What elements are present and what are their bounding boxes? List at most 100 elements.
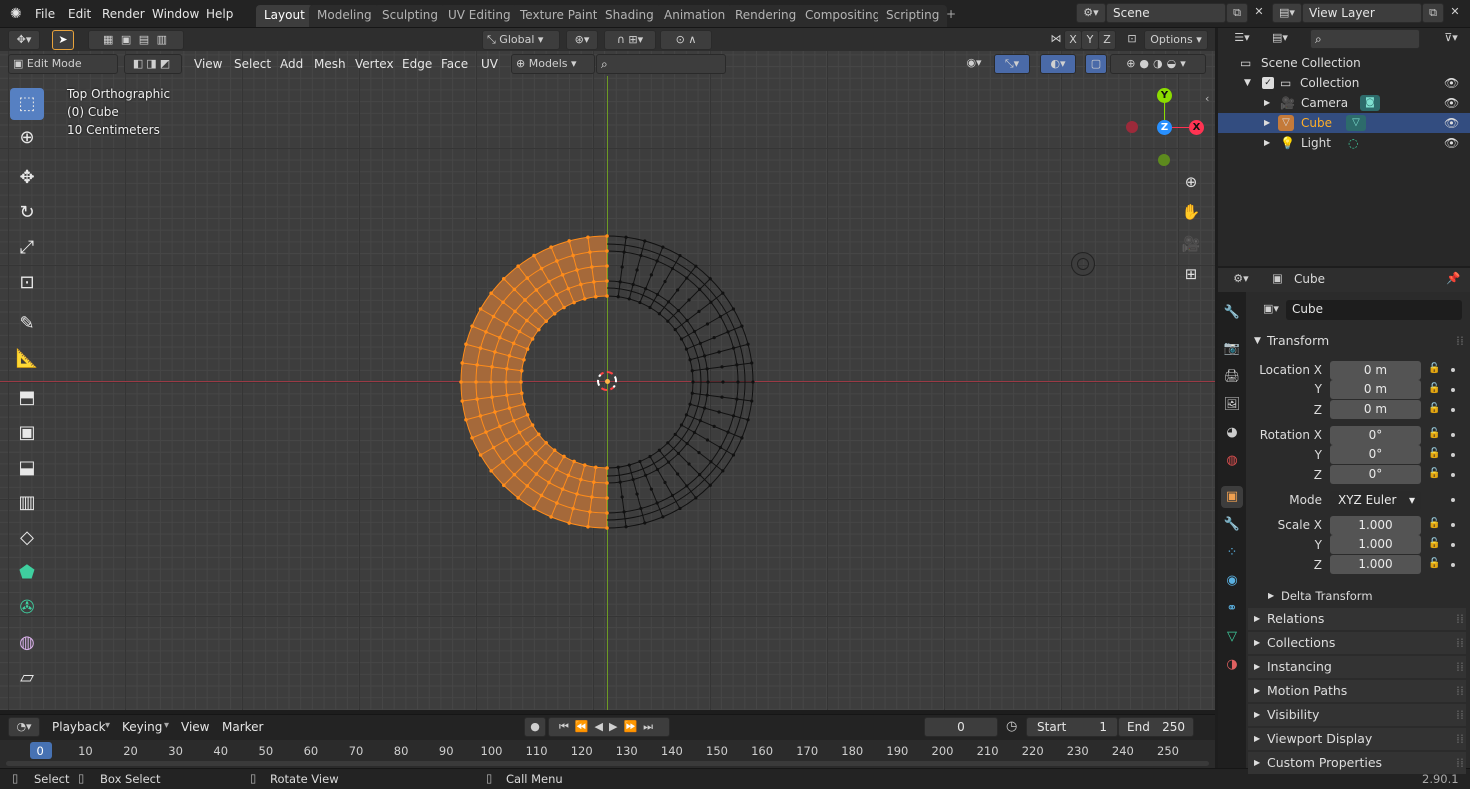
current-frame-field[interactable]: 0	[924, 717, 998, 737]
panel-collections[interactable]: ▶ Collections ⁞⁞	[1248, 632, 1466, 654]
mirror-z-button[interactable]: Z	[1098, 30, 1116, 50]
mirror-x-button[interactable]: X	[1064, 30, 1082, 50]
outliner-collection[interactable]: ▼ ✓ ▭ Collection 👁	[1218, 73, 1470, 93]
timeline-scrollbar[interactable]	[6, 761, 1209, 766]
lock-icon[interactable]: 🔓	[1428, 428, 1440, 439]
tab-shading[interactable]: Shading	[597, 5, 662, 27]
tab-texture-paint[interactable]: Texture Paint	[512, 5, 606, 27]
pin-icon[interactable]: 📌	[1446, 271, 1460, 285]
object-name-field[interactable]: Cube	[1286, 300, 1462, 320]
menu-window[interactable]: Window	[152, 5, 199, 23]
view-layer-tab-icon[interactable]: 🖼	[1221, 394, 1243, 416]
eye-icon[interactable]: 👁	[1444, 133, 1459, 153]
light-data-icon[interactable]: ◌	[1348, 133, 1358, 153]
transform-orientation-dropdown[interactable]: ⤡ Global ▾	[482, 30, 560, 50]
keyframe-dot-icon[interactable]	[1451, 543, 1455, 547]
mesh-data-icon[interactable]: ▽	[1346, 115, 1366, 131]
gizmo-neg-y-handle[interactable]	[1158, 154, 1170, 166]
loop-cut-tool-icon[interactable]: ▥	[10, 487, 44, 519]
tab-rendering[interactable]: Rendering	[727, 5, 805, 27]
scale-tool-icon[interactable]: ⤢	[10, 232, 44, 264]
edge-slide-tool-icon[interactable]: ▱	[10, 662, 44, 694]
panel-motion-paths[interactable]: ▶ Motion Paths ⁞⁞	[1248, 680, 1466, 702]
new-view-layer-icon[interactable]: ⧉	[1422, 3, 1444, 23]
annotate-tool-icon[interactable]: ✎	[10, 308, 44, 340]
new-scene-icon[interactable]: ⧉	[1226, 3, 1248, 23]
drag-handle-icon[interactable]: ⁞⁞	[1456, 656, 1464, 678]
delete-view-layer-icon[interactable]: ✕	[1444, 3, 1466, 23]
inset-tool-icon[interactable]: ▣	[10, 417, 44, 449]
drag-handle-icon[interactable]: ⁞⁞	[1456, 752, 1464, 774]
drag-handle-icon[interactable]: ⁞⁞	[1456, 680, 1464, 702]
keyframe-dot-icon[interactable]	[1451, 453, 1455, 457]
mode-dropdown[interactable]: ▣ Edit Mode	[8, 54, 118, 74]
material-tab-icon[interactable]: ◑	[1221, 654, 1243, 676]
lock-icon[interactable]: 🔓	[1428, 538, 1440, 549]
playback-controls-icons[interactable]: ⏮⏪◀▶⏩⏭	[548, 717, 670, 737]
expand-arrow-icon[interactable]: ▼	[1244, 73, 1251, 93]
eye-icon[interactable]: 👁	[1444, 93, 1459, 113]
editor-type-icon[interactable]: ✥▾	[8, 30, 40, 50]
scale-x-field[interactable]: 1.000	[1330, 516, 1421, 535]
keyframe-dot-icon[interactable]	[1451, 563, 1455, 567]
outliner-search-field[interactable]: ⌕	[1310, 29, 1420, 49]
tab-sculpting[interactable]: Sculpting	[374, 5, 447, 27]
object-tab-icon[interactable]: ▣	[1221, 486, 1243, 508]
proportional-edit-icon[interactable]: ⊙ ∧	[660, 30, 712, 50]
mirror-y-button[interactable]: Y	[1081, 30, 1099, 50]
transform-panel-header[interactable]: ▼ Transform ⁞⁞	[1248, 330, 1466, 352]
select-box-tool-icon[interactable]: ⬚	[10, 88, 44, 120]
outliner-item-cube[interactable]: ▶ ▽ Cube ▽ 👁	[1218, 113, 1470, 133]
menu-playback[interactable]: Playback	[48, 717, 110, 737]
expand-arrow-icon[interactable]: ▶	[1264, 93, 1270, 113]
pan-hand-icon[interactable]: ✋	[1178, 199, 1204, 225]
options-dropdown[interactable]: Options ▾	[1144, 30, 1208, 50]
menu-help[interactable]: Help	[206, 5, 233, 23]
drag-handle-icon[interactable]: ⁞⁞	[1456, 704, 1464, 726]
tool-tab-icon[interactable]: 🔧	[1221, 302, 1243, 324]
modifier-tab-icon[interactable]: 🔧	[1221, 514, 1243, 536]
rotate-tool-icon[interactable]: ↻	[10, 197, 44, 229]
poly-build-tool-icon[interactable]: ⬟	[10, 557, 44, 589]
mesh-select-mode-icons[interactable]: ◧◨◩	[124, 54, 182, 74]
menu-add[interactable]: Add	[276, 54, 307, 74]
gizmo-x-handle[interactable]: X	[1189, 120, 1204, 135]
xray-toggle-icon[interactable]: ▢	[1085, 54, 1107, 74]
menu-vertex[interactable]: Vertex	[351, 54, 398, 74]
transform-tool-icon[interactable]: ⊡	[10, 267, 44, 299]
keyframe-dot-icon[interactable]	[1451, 408, 1455, 412]
add-workspace-button[interactable]: +	[946, 5, 956, 23]
display-mode-icon[interactable]: ▤▾	[1264, 29, 1296, 49]
view-layer-selector-icon[interactable]: ▤▾	[1272, 3, 1302, 23]
expand-arrow-icon[interactable]: ▶	[1264, 113, 1270, 133]
tab-layout[interactable]: Layout	[256, 5, 313, 27]
delta-transform-header[interactable]: ▶ Delta Transform	[1262, 588, 1462, 604]
lock-icon[interactable]: 🔓	[1428, 403, 1440, 414]
lock-icon[interactable]: 🔓	[1428, 558, 1440, 569]
gizmo-z-handle[interactable]: Z	[1157, 120, 1172, 135]
eye-icon[interactable]: 👁	[1444, 113, 1459, 133]
ortho-grid-icon[interactable]: ⊞	[1178, 261, 1204, 287]
menu-mesh[interactable]: Mesh	[310, 54, 350, 74]
constraints-tab-icon[interactable]: ⚭	[1221, 598, 1243, 620]
cursor-tool-icon[interactable]: ⊕	[10, 122, 44, 154]
view-layer-name-field[interactable]: View Layer	[1302, 3, 1422, 23]
select-tool-icon[interactable]: ➤	[52, 30, 74, 50]
tab-uv-editing[interactable]: UV Editing	[440, 5, 519, 27]
keyframe-dot-icon[interactable]	[1451, 433, 1455, 437]
render-tab-icon[interactable]: 📷	[1221, 338, 1243, 360]
expand-arrow-icon[interactable]: ▶	[1264, 133, 1270, 153]
zoom-icon[interactable]: ⊕	[1178, 169, 1204, 195]
menu-render[interactable]: Render	[102, 5, 145, 23]
scale-y-field[interactable]: 1.000	[1330, 535, 1421, 554]
drag-handle-icon[interactable]: ⁞⁞	[1456, 632, 1464, 654]
lock-icon[interactable]: 🔓	[1428, 383, 1440, 394]
move-tool-icon[interactable]: ✥	[10, 162, 44, 194]
keyframe-dot-icon[interactable]	[1451, 498, 1455, 502]
rotation-x-field[interactable]: 0°	[1330, 426, 1421, 445]
start-frame-field[interactable]: Start 1	[1026, 717, 1118, 737]
eye-icon[interactable]: 👁	[1444, 73, 1459, 93]
record-icon[interactable]: ●	[524, 717, 546, 737]
menu-edit[interactable]: Edit	[68, 5, 91, 23]
menu-edge[interactable]: Edge	[398, 54, 436, 74]
